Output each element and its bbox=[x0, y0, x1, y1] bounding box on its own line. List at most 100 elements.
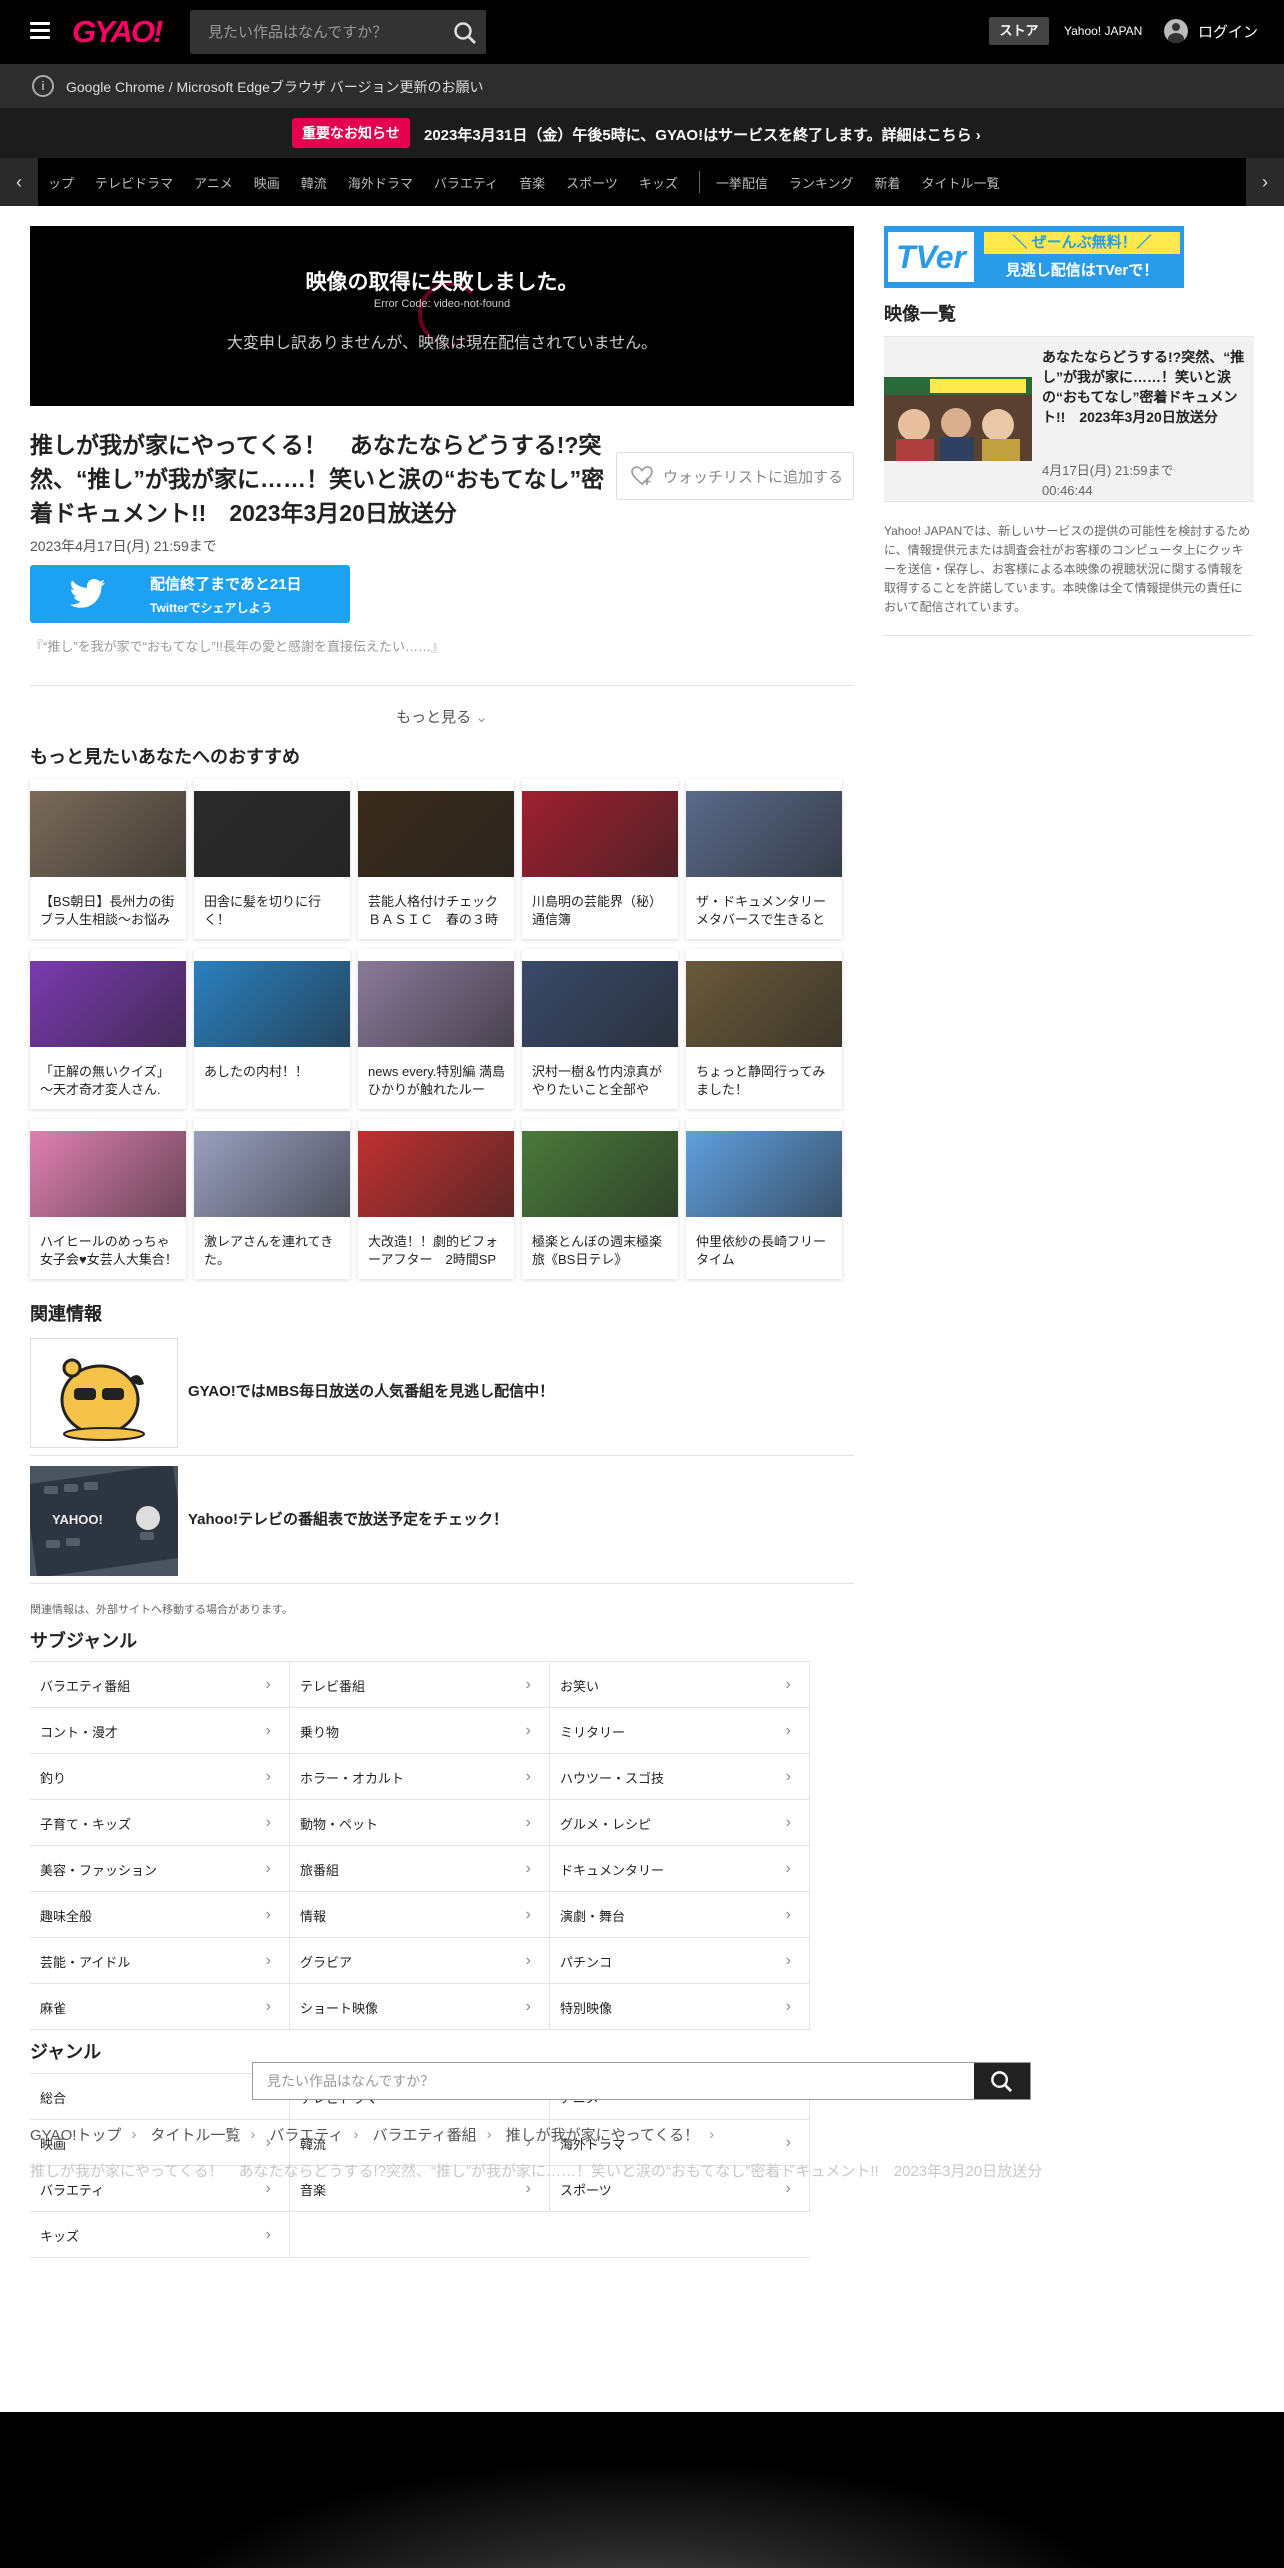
recommend-card[interactable]: あしたの内村！！ bbox=[194, 949, 350, 1109]
breadcrumb-link[interactable]: 推しが我が家にやってくる！ bbox=[506, 2124, 700, 2145]
nav-item[interactable]: 新着 bbox=[874, 173, 900, 192]
breadcrumb-link[interactable]: バラエティ bbox=[269, 2124, 343, 2145]
subgenre-item[interactable]: 釣り › bbox=[30, 1754, 290, 1800]
search-input[interactable] bbox=[190, 10, 440, 54]
recommend-card[interactable]: 激レアさんを連れてきた。 bbox=[194, 1119, 350, 1279]
tver-banner[interactable]: TVer ＼ ぜーんぶ無料！／ 見逃し配信はTVerで！ bbox=[884, 226, 1184, 288]
nav-item[interactable]: 海外ドラマ bbox=[348, 173, 413, 192]
breadcrumb-link[interactable]: バラエティ番組 bbox=[373, 2124, 477, 2145]
subgenre-item[interactable]: ハウツー・スゴ技 › bbox=[550, 1754, 810, 1800]
related-item[interactable]: GYAO!ではMBS毎日放送の人気番組を見逃し配信中！ bbox=[30, 1328, 854, 1456]
breadcrumb-link[interactable]: タイトル一覧 bbox=[150, 2124, 240, 2145]
gyao-logo[interactable]: GYAO! bbox=[72, 14, 163, 50]
bottom-search-button[interactable] bbox=[974, 2063, 1030, 2099]
video-player[interactable]: 映像の取得に失敗しました。 Error Code: video-not-foun… bbox=[30, 226, 854, 406]
login-button[interactable]: ログイン bbox=[1164, 19, 1258, 43]
recommend-card[interactable]: 田舎に髪を切りに行く！ bbox=[194, 779, 350, 939]
recommend-card[interactable]: 極楽とんぼの週末極楽旅《BS日テレ》 bbox=[522, 1119, 678, 1279]
subgenre-item[interactable]: ミリタリー › bbox=[550, 1708, 810, 1754]
subgenre-label: 動物・ペット bbox=[300, 1816, 379, 1832]
subgenre-label: テレビ番組 bbox=[300, 1678, 366, 1694]
recommend-card[interactable]: 仲里依紗の長崎フリータイム bbox=[686, 1119, 842, 1279]
recommend-card[interactable]: 大改造！！劇的ビフォーアフター 2時間SP bbox=[358, 1119, 514, 1279]
subgenre-item[interactable]: パチンコ › bbox=[550, 1938, 810, 1984]
nav-item[interactable]: テレビドラマ bbox=[95, 173, 173, 192]
nav-item[interactable]: タイトル一覧 bbox=[922, 173, 1000, 192]
subgenre-item[interactable]: 特別映像 › bbox=[550, 1984, 810, 2030]
nav-item[interactable]: 映画 bbox=[254, 173, 280, 192]
subgenre-item[interactable]: 芸能・アイドル › bbox=[30, 1938, 290, 1984]
recommend-card[interactable]: 川島明の芸能界（秘）通信簿 bbox=[522, 779, 678, 939]
chevron-right-icon: › bbox=[525, 1860, 531, 1877]
recommend-card[interactable]: 「正解の無いクイズ」～天才奇才変人さん. bbox=[30, 949, 186, 1109]
subgenre-item[interactable]: 演劇・舞台 › bbox=[550, 1892, 810, 1938]
chevron-right-icon: › bbox=[785, 1998, 791, 2015]
video-list-item[interactable]: あなたならどうする!?突然、“推し”が我が家に……！笑いと涙の“おもてなし”密着… bbox=[884, 336, 1254, 502]
recommend-card[interactable]: news every.特別編 満島ひかりが触れたルー bbox=[358, 949, 514, 1109]
subgenre-item[interactable]: 乗り物 › bbox=[290, 1708, 550, 1754]
subgenre-label: 演劇・舞台 bbox=[560, 1908, 626, 1924]
recommend-card[interactable]: 芸能人格付けチェック ＢＡＳＩＣ 春の３時 bbox=[358, 779, 514, 939]
browser-notice-text: Google Chrome / Microsoft Edgeブラウザ バージョン… bbox=[66, 79, 484, 95]
recommend-card[interactable]: 【BS朝日】長州力の街ブラ人生相談～お悩み bbox=[30, 779, 186, 939]
subgenre-item[interactable]: コント・漫才 › bbox=[30, 1708, 290, 1754]
show-more-button[interactable]: もっと見る ⌄ bbox=[30, 685, 854, 735]
chevron-right-icon: › bbox=[486, 2126, 492, 2143]
recommend-card[interactable]: ちょっと静岡行ってみました！ bbox=[686, 949, 842, 1109]
chevron-right-icon: › bbox=[265, 1676, 271, 1693]
nav-item[interactable]: バラエティ bbox=[434, 173, 498, 192]
subgenre-item[interactable]: ホラー・オカルト › bbox=[290, 1754, 550, 1800]
recommend-title: 仲里依紗の長崎フリータイム bbox=[696, 1234, 827, 1267]
nav-next-arrow-icon[interactable]: › bbox=[1246, 158, 1284, 206]
yahoo-japan-link[interactable]: Yahoo! JAPAN bbox=[1064, 24, 1142, 38]
nav-item[interactable]: アニメ bbox=[194, 173, 233, 192]
twitter-share-button[interactable]: 配信終了まであと21日 Twitterでシェアしよう bbox=[30, 565, 350, 623]
subgenre-item[interactable]: 動物・ペット › bbox=[290, 1800, 550, 1846]
related-link-text: Yahoo!テレビの番組表で放送予定をチェック！ bbox=[188, 1511, 509, 1528]
chevron-right-icon: › bbox=[525, 1722, 531, 1739]
recommend-title: 大改造！！劇的ビフォーアフター 2時間SP bbox=[368, 1234, 499, 1267]
nav-item[interactable]: キッズ bbox=[639, 173, 678, 192]
bottom-search-input[interactable] bbox=[253, 2063, 977, 2099]
genre-item[interactable]: キッズ › bbox=[30, 2212, 290, 2258]
recommend-card[interactable]: ハイヒールのめっちゃ女子会♥女芸人大集合！ bbox=[30, 1119, 186, 1279]
subgenre-item[interactable]: 情報 › bbox=[290, 1892, 550, 1938]
breadcrumb-link[interactable]: GYAO!トップ bbox=[30, 2124, 121, 2145]
nav-prev-arrow-icon[interactable]: ‹ bbox=[0, 158, 38, 206]
subgenre-item[interactable]: 趣味全般 › bbox=[30, 1892, 290, 1938]
subgenre-item[interactable]: グラビア › bbox=[290, 1938, 550, 1984]
subgenre-item[interactable]: 麻雀 › bbox=[30, 1984, 290, 2030]
recommend-title: 【BS朝日】長州力の街ブラ人生相談～お悩み bbox=[40, 894, 175, 927]
header-search bbox=[190, 10, 486, 54]
subgenre-item[interactable]: 美容・ファッション › bbox=[30, 1846, 290, 1892]
browser-notice[interactable]: i Google Chrome / Microsoft Edgeブラウザ バージ… bbox=[0, 64, 1284, 108]
nav-divider bbox=[698, 171, 700, 193]
related-heading: 関連情報 bbox=[30, 1304, 102, 1324]
subgenre-item[interactable]: 子育て・キッズ › bbox=[30, 1800, 290, 1846]
nav-item[interactable]: 音楽 bbox=[519, 173, 545, 192]
nav-item[interactable]: 韓流 bbox=[301, 173, 327, 192]
nav-item[interactable]: ランキング bbox=[789, 173, 854, 192]
search-icon[interactable] bbox=[452, 20, 478, 46]
nav-item[interactable]: スポーツ bbox=[566, 173, 618, 192]
subgenre-item[interactable]: グルメ・レシピ › bbox=[550, 1800, 810, 1846]
subgenre-item[interactable]: テレビ番組 › bbox=[290, 1662, 550, 1708]
chevron-right-icon: › bbox=[525, 1676, 531, 1693]
related-item[interactable]: YAHOO! Yahoo!テレビの番組表で放送予定をチェック！ bbox=[30, 1456, 854, 1584]
subgenre-item[interactable]: バラエティ番組 › bbox=[30, 1662, 290, 1708]
important-notice[interactable]: 重要なお知らせ 2023年3月31日（金）午後5時に、GYAO!はサービスを終了… bbox=[0, 108, 1284, 158]
subgenre-item[interactable]: ドキュメンタリー › bbox=[550, 1846, 810, 1892]
subgenre-label: 特別映像 bbox=[560, 2000, 613, 2016]
subgenre-item[interactable]: ショート映像 › bbox=[290, 1984, 550, 2030]
recommend-card[interactable]: 沢村一樹＆竹内涼真がやりたいこと全部や bbox=[522, 949, 678, 1109]
watchlist-button[interactable]: ウォッチリストに追加する bbox=[616, 452, 854, 500]
subgenre-item[interactable]: お笑い › bbox=[550, 1662, 810, 1708]
genre-item[interactable]: 総合› bbox=[30, 2074, 290, 2120]
store-button[interactable]: ストア bbox=[989, 17, 1049, 45]
nav-item[interactable]: ップ bbox=[48, 173, 74, 192]
nav-item[interactable]: 一挙配信 bbox=[716, 173, 768, 192]
subgenre-item[interactable]: 旅番組 › bbox=[290, 1846, 550, 1892]
twitter-bird-icon bbox=[69, 579, 106, 608]
menu-icon[interactable] bbox=[30, 22, 50, 39]
recommend-card[interactable]: ザ・ドキュメンタリー メタバースで生きると bbox=[686, 779, 842, 939]
